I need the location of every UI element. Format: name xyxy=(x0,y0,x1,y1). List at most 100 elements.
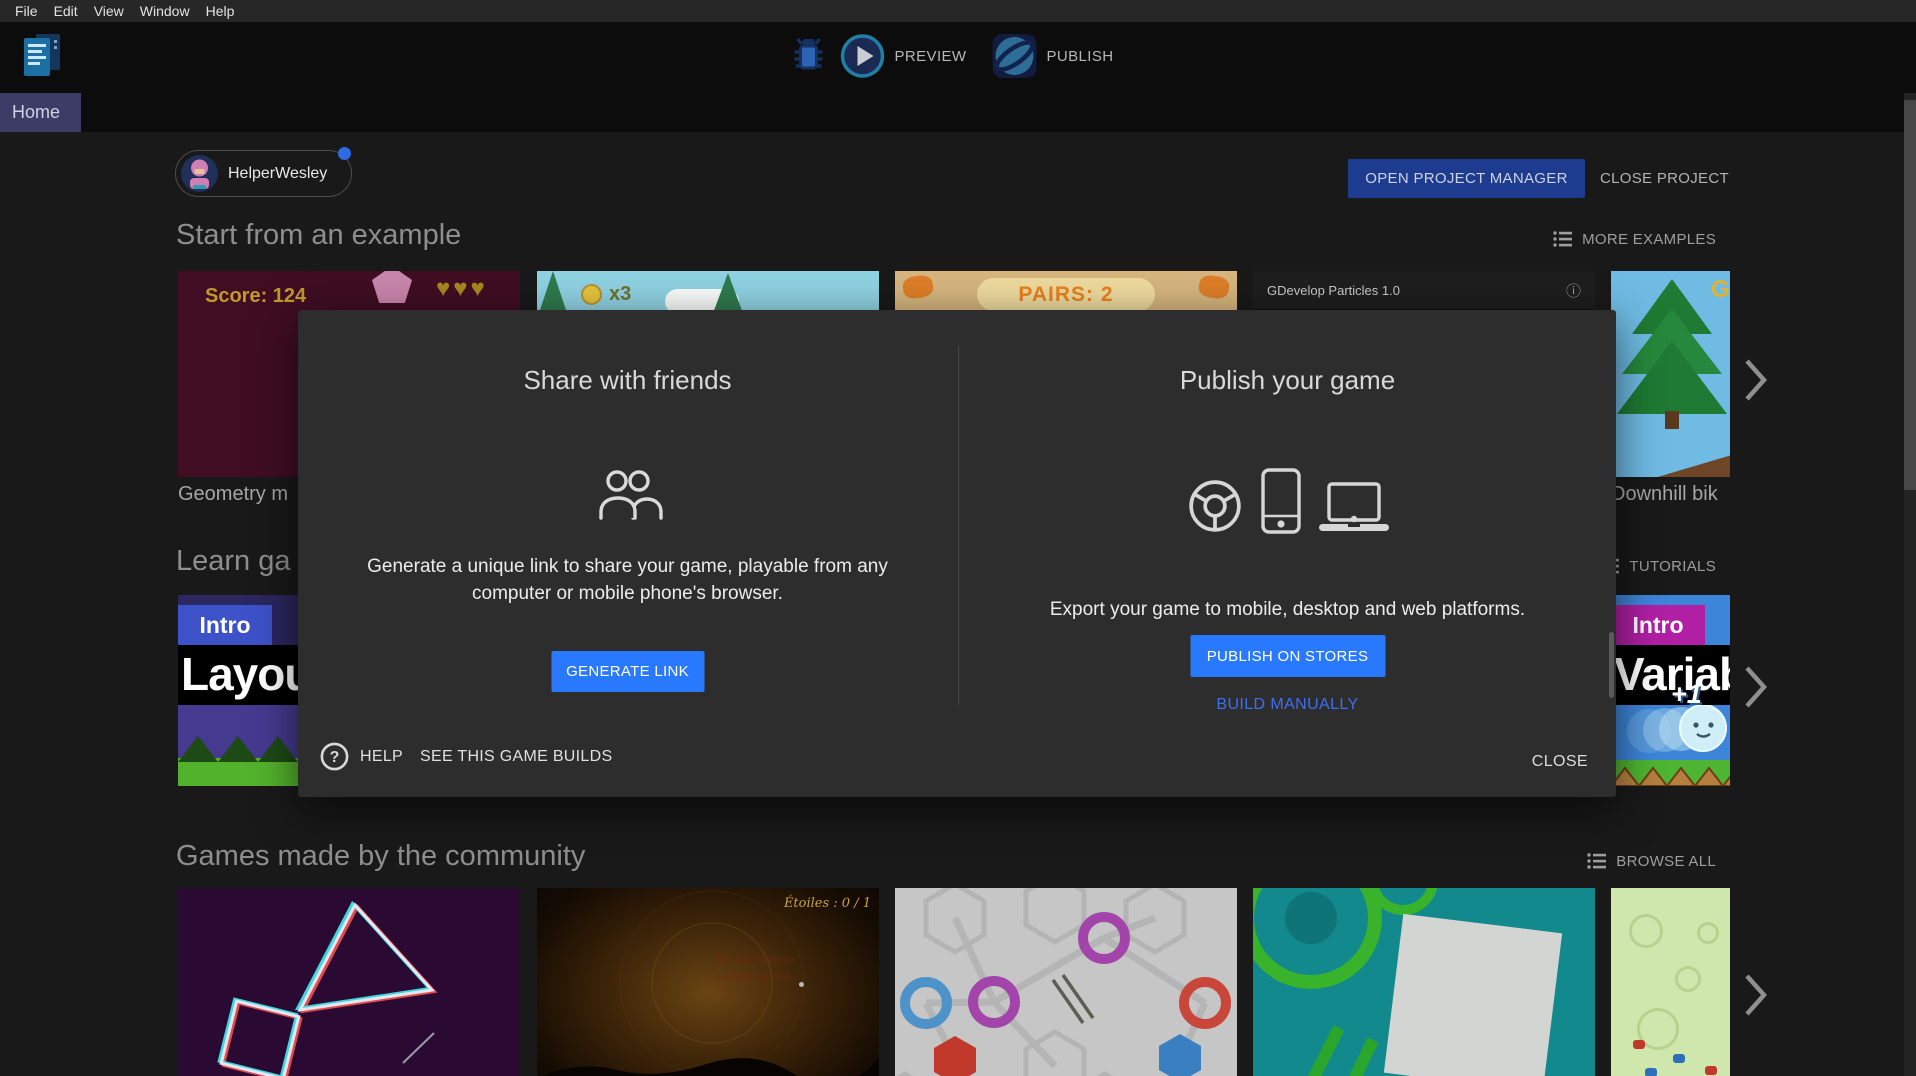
menu-bar: File Edit View Window Help xyxy=(0,0,1916,22)
lives-hearts: ♥♥♥ xyxy=(436,275,488,303)
dialog-scrollbar-thumb[interactable] xyxy=(1609,632,1614,698)
plus-one-label: +1 xyxy=(1671,679,1702,710)
community-card-neon[interactable] xyxy=(178,888,520,1076)
tutorial-card-variables[interactable]: Intro Variab +1 xyxy=(1611,595,1730,786)
publish-description: Export your game to mobile, desktop and … xyxy=(978,597,1598,624)
help-icon[interactable]: ? xyxy=(320,742,349,771)
menu-view[interactable]: View xyxy=(86,3,132,19)
neon-shapes xyxy=(178,888,520,1076)
tutorials-label: TUTORIALS xyxy=(1629,558,1716,575)
publish-column: Publish your game xyxy=(958,310,1617,797)
bubble xyxy=(1629,914,1663,948)
list-icon xyxy=(1587,852,1607,870)
info-icon[interactable]: ⓘ xyxy=(1566,280,1581,301)
build-manually-link[interactable]: BUILD MANUALLY xyxy=(958,696,1617,714)
community-row: Étoiles : 0 / 1 les monstres en sautant … xyxy=(178,888,1730,1076)
particles-title: GDevelop Particles 1.0 xyxy=(1267,283,1400,298)
example-caption-geometry: Geometry m xyxy=(178,483,288,506)
debug-icon[interactable] xyxy=(787,34,831,78)
menu-window[interactable]: Window xyxy=(132,3,198,19)
pairs-banner: PAIRS: 2 xyxy=(977,278,1155,311)
creature-sprite xyxy=(1645,1068,1657,1076)
tutorials-link[interactable]: TUTORIALS xyxy=(1600,557,1716,575)
close-dialog-button[interactable]: CLOSE xyxy=(1532,753,1588,771)
dialog-footer-left: ? HELP SEE THIS GAME BUILDS xyxy=(320,742,612,771)
laptop-icon xyxy=(1319,482,1389,534)
coin-multiplier-label: x3 xyxy=(609,283,631,306)
intro-badge: Intro xyxy=(1611,605,1705,645)
intro-badge: Intro xyxy=(178,605,272,645)
tab-home[interactable]: Home xyxy=(0,93,81,132)
people-icon xyxy=(592,468,664,522)
downhill-letter: G xyxy=(1711,276,1730,304)
close-project-button[interactable]: CLOSE PROJECT xyxy=(1594,159,1735,198)
preview-play-icon[interactable] xyxy=(840,33,886,79)
teal-abstract xyxy=(1253,888,1595,1076)
gdevelop-window: File Edit View Window Help xyxy=(0,0,1916,1076)
example-caption-downhill: Downhill bik xyxy=(1611,483,1718,506)
user-profile-chip[interactable]: HelperWesley xyxy=(175,150,352,197)
share-description: Generate a unique link to share your gam… xyxy=(348,554,908,608)
night-glow-rings xyxy=(537,888,879,1076)
publish-button[interactable]: PUBLISH xyxy=(1046,48,1113,65)
avatar xyxy=(181,155,218,192)
spikes-row xyxy=(1611,764,1730,786)
window-scrollbar[interactable] xyxy=(1904,93,1916,1076)
creature-sprite xyxy=(1673,1054,1685,1063)
publish-on-stores-button[interactable]: PUBLISH ON STORES xyxy=(1190,635,1385,677)
share-column: Share with friends Generate a unique lin… xyxy=(298,310,957,797)
crab-sprite xyxy=(902,274,935,300)
username-label: HelperWesley xyxy=(228,165,327,183)
publish-title: Publish your game xyxy=(958,365,1617,396)
see-builds-link[interactable]: SEE THIS GAME BUILDS xyxy=(420,748,612,766)
menu-help[interactable]: Help xyxy=(198,3,243,19)
community-section-title: Games made by the community xyxy=(176,840,585,873)
examples-section-title: Start from an example xyxy=(176,219,461,252)
hexagon-board xyxy=(895,888,1237,1076)
hint-text: les monstres en sautant dessus xyxy=(717,952,817,985)
menu-edit[interactable]: Edit xyxy=(46,3,86,19)
community-card-teal[interactable] xyxy=(1253,888,1595,1076)
notification-dot xyxy=(338,147,351,160)
help-link[interactable]: HELP xyxy=(360,748,403,766)
crab-sprite xyxy=(1198,274,1231,300)
tutorials-next-arrow[interactable] xyxy=(1742,664,1768,710)
score-label: Score: 124 xyxy=(205,285,306,308)
particles-header-bar: GDevelop Particles 1.0 ⓘ xyxy=(1253,271,1595,309)
share-title: Share with friends xyxy=(298,365,957,396)
community-next-arrow[interactable] xyxy=(1742,972,1768,1018)
platform-icons xyxy=(1187,468,1389,534)
layout-word: Layou xyxy=(181,647,311,701)
preview-button[interactable]: PREVIEW xyxy=(895,48,967,65)
list-icon xyxy=(1553,230,1573,248)
stars-counter: Étoiles : 0 / 1 xyxy=(784,896,871,911)
community-card-bubbles[interactable] xyxy=(1611,888,1730,1076)
pink-pentagon-shape xyxy=(372,271,412,303)
toolbar-center: PREVIEW PUBLISH xyxy=(787,33,1130,79)
smartphone-icon xyxy=(1261,468,1301,534)
more-examples-label: MORE EXAMPLES xyxy=(1582,231,1716,248)
community-card-hexagons[interactable] xyxy=(895,888,1237,1076)
publish-globe-icon[interactable] xyxy=(991,33,1037,79)
generate-link-button[interactable]: GENERATE LINK xyxy=(551,651,704,692)
share-publish-dialog: Share with friends Generate a unique lin… xyxy=(298,310,1616,797)
project-manager-icon[interactable] xyxy=(16,30,68,82)
coin-icon xyxy=(581,284,602,305)
player-dot xyxy=(799,982,804,987)
svg-text:?: ? xyxy=(330,749,340,766)
bubble xyxy=(1675,966,1701,992)
window-scrollbar-thumb[interactable] xyxy=(1904,100,1916,490)
toolbar: PREVIEW PUBLISH Home xyxy=(0,22,1916,132)
menu-file[interactable]: File xyxy=(7,3,46,19)
chrome-browser-icon xyxy=(1187,478,1243,534)
open-project-manager-button[interactable]: OPEN PROJECT MANAGER xyxy=(1348,159,1585,198)
example-card-downhill[interactable]: G xyxy=(1611,271,1730,477)
examples-next-arrow[interactable] xyxy=(1742,357,1768,403)
creature-sprite xyxy=(1705,1066,1717,1075)
learn-section-title: Learn ga xyxy=(176,545,291,578)
browse-all-label: BROWSE ALL xyxy=(1616,853,1716,870)
browse-all-link[interactable]: BROWSE ALL xyxy=(1587,852,1716,870)
community-card-night[interactable]: Étoiles : 0 / 1 les monstres en sautant … xyxy=(537,888,879,1076)
bubble xyxy=(1697,922,1719,944)
more-examples-link[interactable]: MORE EXAMPLES xyxy=(1553,230,1716,248)
